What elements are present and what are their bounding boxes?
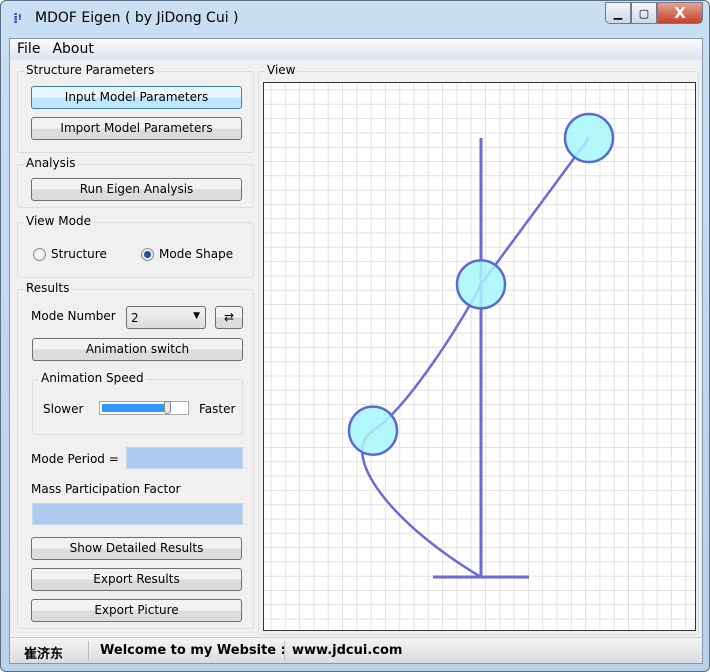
- mode-number-label: Mode Number: [31, 309, 116, 323]
- slider-fill: [102, 404, 170, 412]
- group-label: View: [265, 63, 298, 77]
- window-title: MDOF Eigen ( by JiDong Cui ): [35, 10, 239, 26]
- group-label: Structure Parameters: [24, 63, 157, 77]
- mode-number-select[interactable]: 2 ▼: [126, 306, 206, 329]
- mode-period-field[interactable]: [126, 447, 243, 469]
- animation-speed-group: Animation Speed Slower Faster: [32, 371, 243, 435]
- group-label: Animation Speed: [39, 371, 146, 385]
- author-name: 崔济东: [24, 647, 64, 662]
- results-group: Results Mode Number 2 ▼ ⇄ Animation swit…: [17, 281, 254, 629]
- speed-slider[interactable]: [99, 401, 189, 415]
- view-mode-group: View Mode Structure Mode Shape: [17, 214, 254, 278]
- mass-node: [347, 405, 399, 456]
- faster-label: Faster: [199, 402, 236, 416]
- close-icon: X: [674, 4, 686, 22]
- structure-radio-label[interactable]: Structure: [51, 247, 107, 261]
- client-area: File About Structure Parameters Input Mo…: [9, 38, 703, 664]
- app-icon: ⁞ᵎ: [13, 11, 22, 27]
- analysis-group: Analysis Run Eigen Analysis: [17, 156, 254, 208]
- mass-node: [563, 112, 615, 164]
- export-picture-button[interactable]: Export Picture: [31, 599, 242, 622]
- website-link[interactable]: www.jdcui.com: [292, 643, 402, 658]
- minimize-icon: ▁: [613, 6, 623, 20]
- menu-bar: File About: [10, 39, 702, 60]
- chevron-down-icon: ▼: [193, 311, 200, 321]
- menu-about[interactable]: About: [52, 39, 93, 60]
- mpf-label: Mass Participation Factor: [31, 482, 181, 496]
- menu-file[interactable]: File: [17, 39, 40, 60]
- maximize-icon: ▢: [638, 6, 650, 20]
- welcome-text: Welcome to my Website :: [100, 643, 286, 658]
- mass-node: [455, 259, 507, 310]
- view-canvas[interactable]: [263, 82, 696, 631]
- export-results-button[interactable]: Export Results: [31, 568, 242, 591]
- slower-label: Slower: [43, 402, 84, 416]
- structure-group: Structure Parameters Input Model Paramet…: [17, 63, 254, 153]
- structure-radio[interactable]: [33, 248, 46, 261]
- group-label: View Mode: [24, 214, 93, 228]
- slider-thumb[interactable]: [164, 401, 172, 414]
- refresh-button[interactable]: ⇄: [215, 306, 243, 329]
- mode-shape-curve: [361, 137, 591, 579]
- status-bar: 崔济东 Welcome to my Website : www.jdcui.co…: [10, 637, 702, 663]
- mode-shape-radio-label[interactable]: Mode Shape: [159, 247, 233, 261]
- minimize-button[interactable]: ▁: [605, 2, 631, 24]
- import-model-button[interactable]: Import Model Parameters: [31, 117, 242, 140]
- animation-switch-button[interactable]: Animation switch: [32, 338, 243, 361]
- mode-number-value: 2: [131, 311, 139, 325]
- mode-shape-radio[interactable]: [141, 248, 154, 261]
- refresh-icon: ⇄: [223, 310, 235, 324]
- input-model-button[interactable]: Input Model Parameters: [31, 86, 242, 109]
- group-label: Results: [24, 281, 72, 295]
- maximize-button[interactable]: ▢: [631, 2, 657, 24]
- app-window: ⁞ᵎ MDOF Eigen ( by JiDong Cui ) ▁ ▢ X Fi…: [0, 0, 710, 672]
- mode-period-label: Mode Period =: [31, 452, 119, 466]
- view-group: View: [258, 63, 699, 635]
- mpf-field[interactable]: [32, 503, 243, 525]
- run-eigen-button[interactable]: Run Eigen Analysis: [31, 178, 242, 201]
- show-detailed-results-button[interactable]: Show Detailed Results: [31, 537, 242, 560]
- close-button[interactable]: X: [657, 2, 703, 24]
- group-label: Analysis: [24, 156, 78, 170]
